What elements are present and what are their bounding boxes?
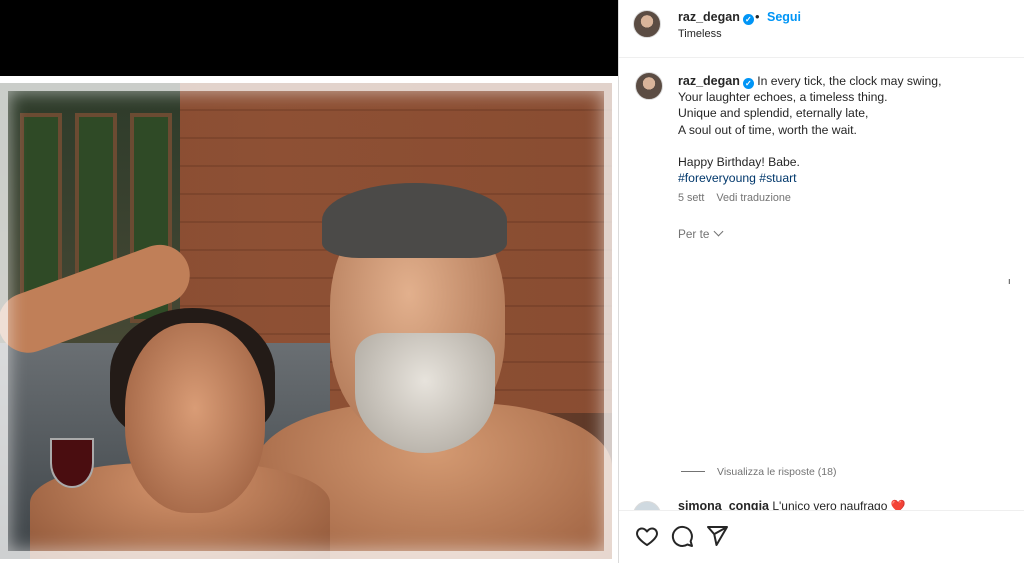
post-time[interactable]: 5 sett bbox=[678, 192, 704, 204]
follow-button[interactable]: Segui bbox=[767, 10, 801, 24]
photo-frame bbox=[0, 83, 612, 559]
verified-badge-icon: ✓ bbox=[742, 14, 754, 25]
post-header: raz_degan ✓ • Segui Timeless bbox=[619, 0, 1024, 58]
replies-label: Visualizza le risposte (18) bbox=[717, 466, 837, 478]
stray-mark: ı bbox=[1008, 276, 1011, 286]
post-photo[interactable] bbox=[0, 83, 612, 559]
heart-icon[interactable] bbox=[635, 524, 659, 548]
caption-username-text[interactable]: raz_degan bbox=[678, 74, 740, 88]
translate-link[interactable]: Vedi traduzione bbox=[716, 192, 790, 204]
caption-line: Your laughter echoes, a timeless thing. bbox=[678, 90, 888, 105]
media-top-bar bbox=[0, 0, 618, 76]
comment-icon[interactable] bbox=[670, 524, 694, 548]
chevron-down-icon bbox=[714, 226, 724, 237]
avatar[interactable] bbox=[635, 72, 663, 100]
caption-text: raz_degan ✓ In every tick, the clock may … bbox=[678, 73, 1008, 186]
post-sidebar: raz_degan ✓ • Segui Timeless raz_degan ✓ I… bbox=[618, 0, 1024, 563]
caption-line: Unique and splendid, eternally late, bbox=[678, 106, 869, 121]
verified-badge-icon: ✓ bbox=[742, 78, 754, 89]
view-replies-button[interactable]: Visualizza le risposte (18) bbox=[681, 466, 836, 478]
caption-line: A soul out of time, worth the wait. bbox=[678, 122, 857, 137]
caption-meta: 5 sett Vedi traduzione bbox=[678, 192, 791, 204]
caption-line: Happy Birthday! Babe. bbox=[678, 154, 800, 169]
action-bar bbox=[619, 510, 1024, 563]
header-separator: • bbox=[755, 9, 760, 24]
header-username[interactable]: raz_degan ✓ bbox=[678, 10, 754, 25]
header-username-text[interactable]: raz_degan bbox=[678, 10, 740, 24]
replies-rule bbox=[681, 471, 705, 472]
header-subtitle[interactable]: Timeless bbox=[678, 28, 722, 40]
paper-plane-icon[interactable] bbox=[705, 524, 729, 548]
caption-hashtags[interactable]: #foreveryoung #stuart bbox=[678, 170, 1008, 186]
post-media bbox=[0, 0, 618, 563]
for-you-dropdown[interactable]: Per te bbox=[678, 226, 724, 241]
caption-username[interactable]: raz_degan ✓ bbox=[678, 74, 754, 89]
avatar[interactable] bbox=[633, 10, 661, 38]
for-you-label: Per te bbox=[678, 227, 710, 241]
caption-line: In every tick, the clock may swing, bbox=[757, 74, 942, 88]
